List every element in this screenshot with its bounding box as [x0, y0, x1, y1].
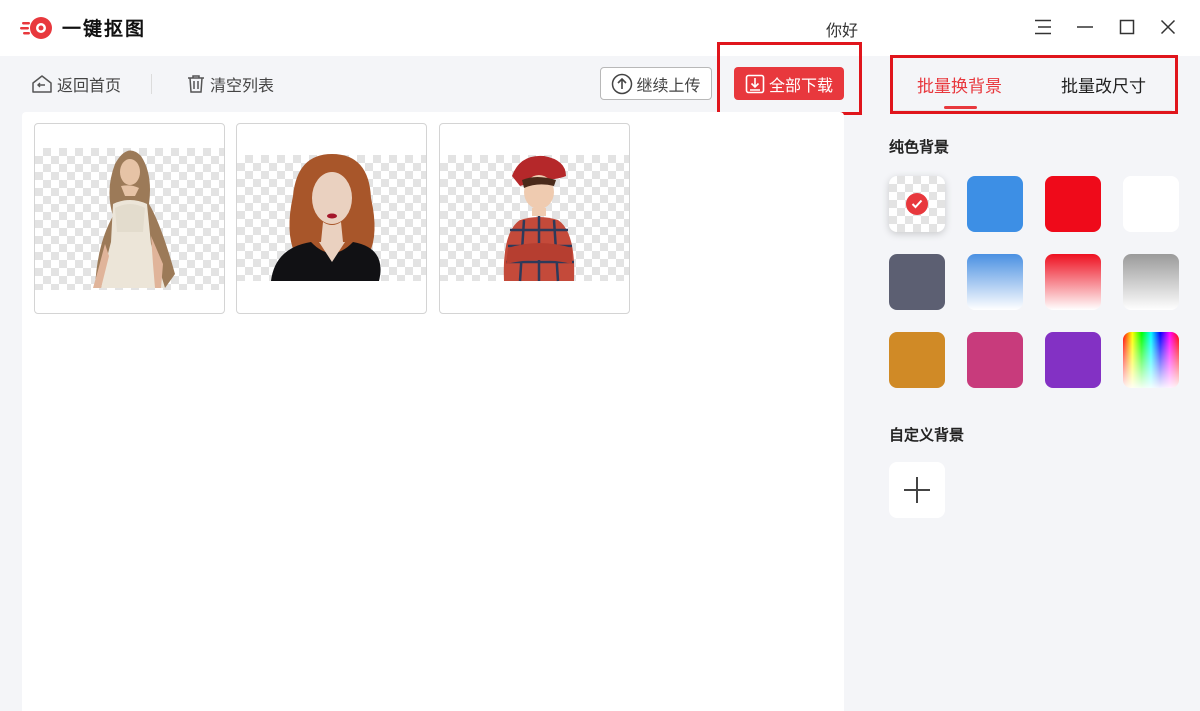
- swatch-purple[interactable]: [1045, 332, 1101, 388]
- add-custom-background-button[interactable]: [889, 462, 945, 518]
- close-icon[interactable]: [1155, 14, 1181, 40]
- image-card[interactable]: [236, 123, 427, 314]
- solid-background-title: 纯色背景: [889, 138, 950, 156]
- swatch-red-gradient[interactable]: [1045, 254, 1101, 310]
- menu-icon[interactable]: [1030, 14, 1056, 40]
- image-card[interactable]: [439, 123, 630, 314]
- user-greeting[interactable]: 你好: [826, 17, 858, 41]
- app-logo-icon: [20, 14, 56, 42]
- image-card[interactable]: [34, 123, 225, 314]
- person-image: [503, 155, 575, 282]
- swatch-transparent[interactable]: [889, 176, 945, 232]
- download-all-button[interactable]: 全部下载: [734, 67, 844, 100]
- maximize-icon[interactable]: [1114, 14, 1140, 40]
- upload-icon: [612, 73, 633, 94]
- tab-batch-resize[interactable]: 批量改尺寸: [1061, 72, 1146, 97]
- continue-upload-button[interactable]: 继续上传: [600, 67, 712, 100]
- download-icon: [745, 74, 765, 93]
- continue-upload-label: 继续上传: [636, 75, 701, 95]
- swatch-orange[interactable]: [889, 332, 945, 388]
- app-title: 一键抠图: [62, 18, 147, 40]
- swatch-blue[interactable]: [967, 176, 1023, 232]
- download-all-label: 全部下载: [768, 75, 833, 95]
- custom-background-title: 自定义背景: [889, 426, 965, 444]
- clear-list-label: 清空列表: [210, 76, 275, 95]
- home-icon: [32, 75, 52, 93]
- background-settings-panel: 批量换背景 批量改尺寸 纯色背景 自定义背景: [866, 55, 1200, 711]
- selected-check-icon: [906, 193, 928, 215]
- swatch-gray-gradient[interactable]: [1123, 254, 1179, 310]
- back-home-label: 返回首页: [57, 76, 122, 95]
- plus-icon: [904, 477, 930, 503]
- active-tab-indicator: [944, 106, 977, 109]
- swatch-pink[interactable]: [967, 332, 1023, 388]
- title-bar: 一键抠图 你好: [0, 0, 1200, 56]
- minimize-icon[interactable]: [1072, 14, 1098, 40]
- clear-list-button[interactable]: 清空列表: [186, 72, 274, 96]
- person-image: [271, 154, 381, 281]
- tab-batch-background[interactable]: 批量换背景: [917, 72, 1002, 97]
- trash-icon: [188, 75, 204, 93]
- toolbar-divider: [151, 74, 152, 94]
- back-home-button[interactable]: 返回首页: [31, 72, 121, 96]
- swatch-red[interactable]: [1045, 176, 1101, 232]
- image-list-area: [22, 112, 844, 711]
- swatch-rainbow[interactable]: [1123, 332, 1179, 388]
- tab-divider: [892, 110, 1172, 111]
- person-image: [93, 150, 175, 288]
- swatch-blue-gradient[interactable]: [967, 254, 1023, 310]
- workspace-pane: 返回首页 清空列表 继续上传 全部下载: [0, 42, 866, 711]
- swatch-white[interactable]: [1123, 176, 1179, 232]
- swatch-slate[interactable]: [889, 254, 945, 310]
